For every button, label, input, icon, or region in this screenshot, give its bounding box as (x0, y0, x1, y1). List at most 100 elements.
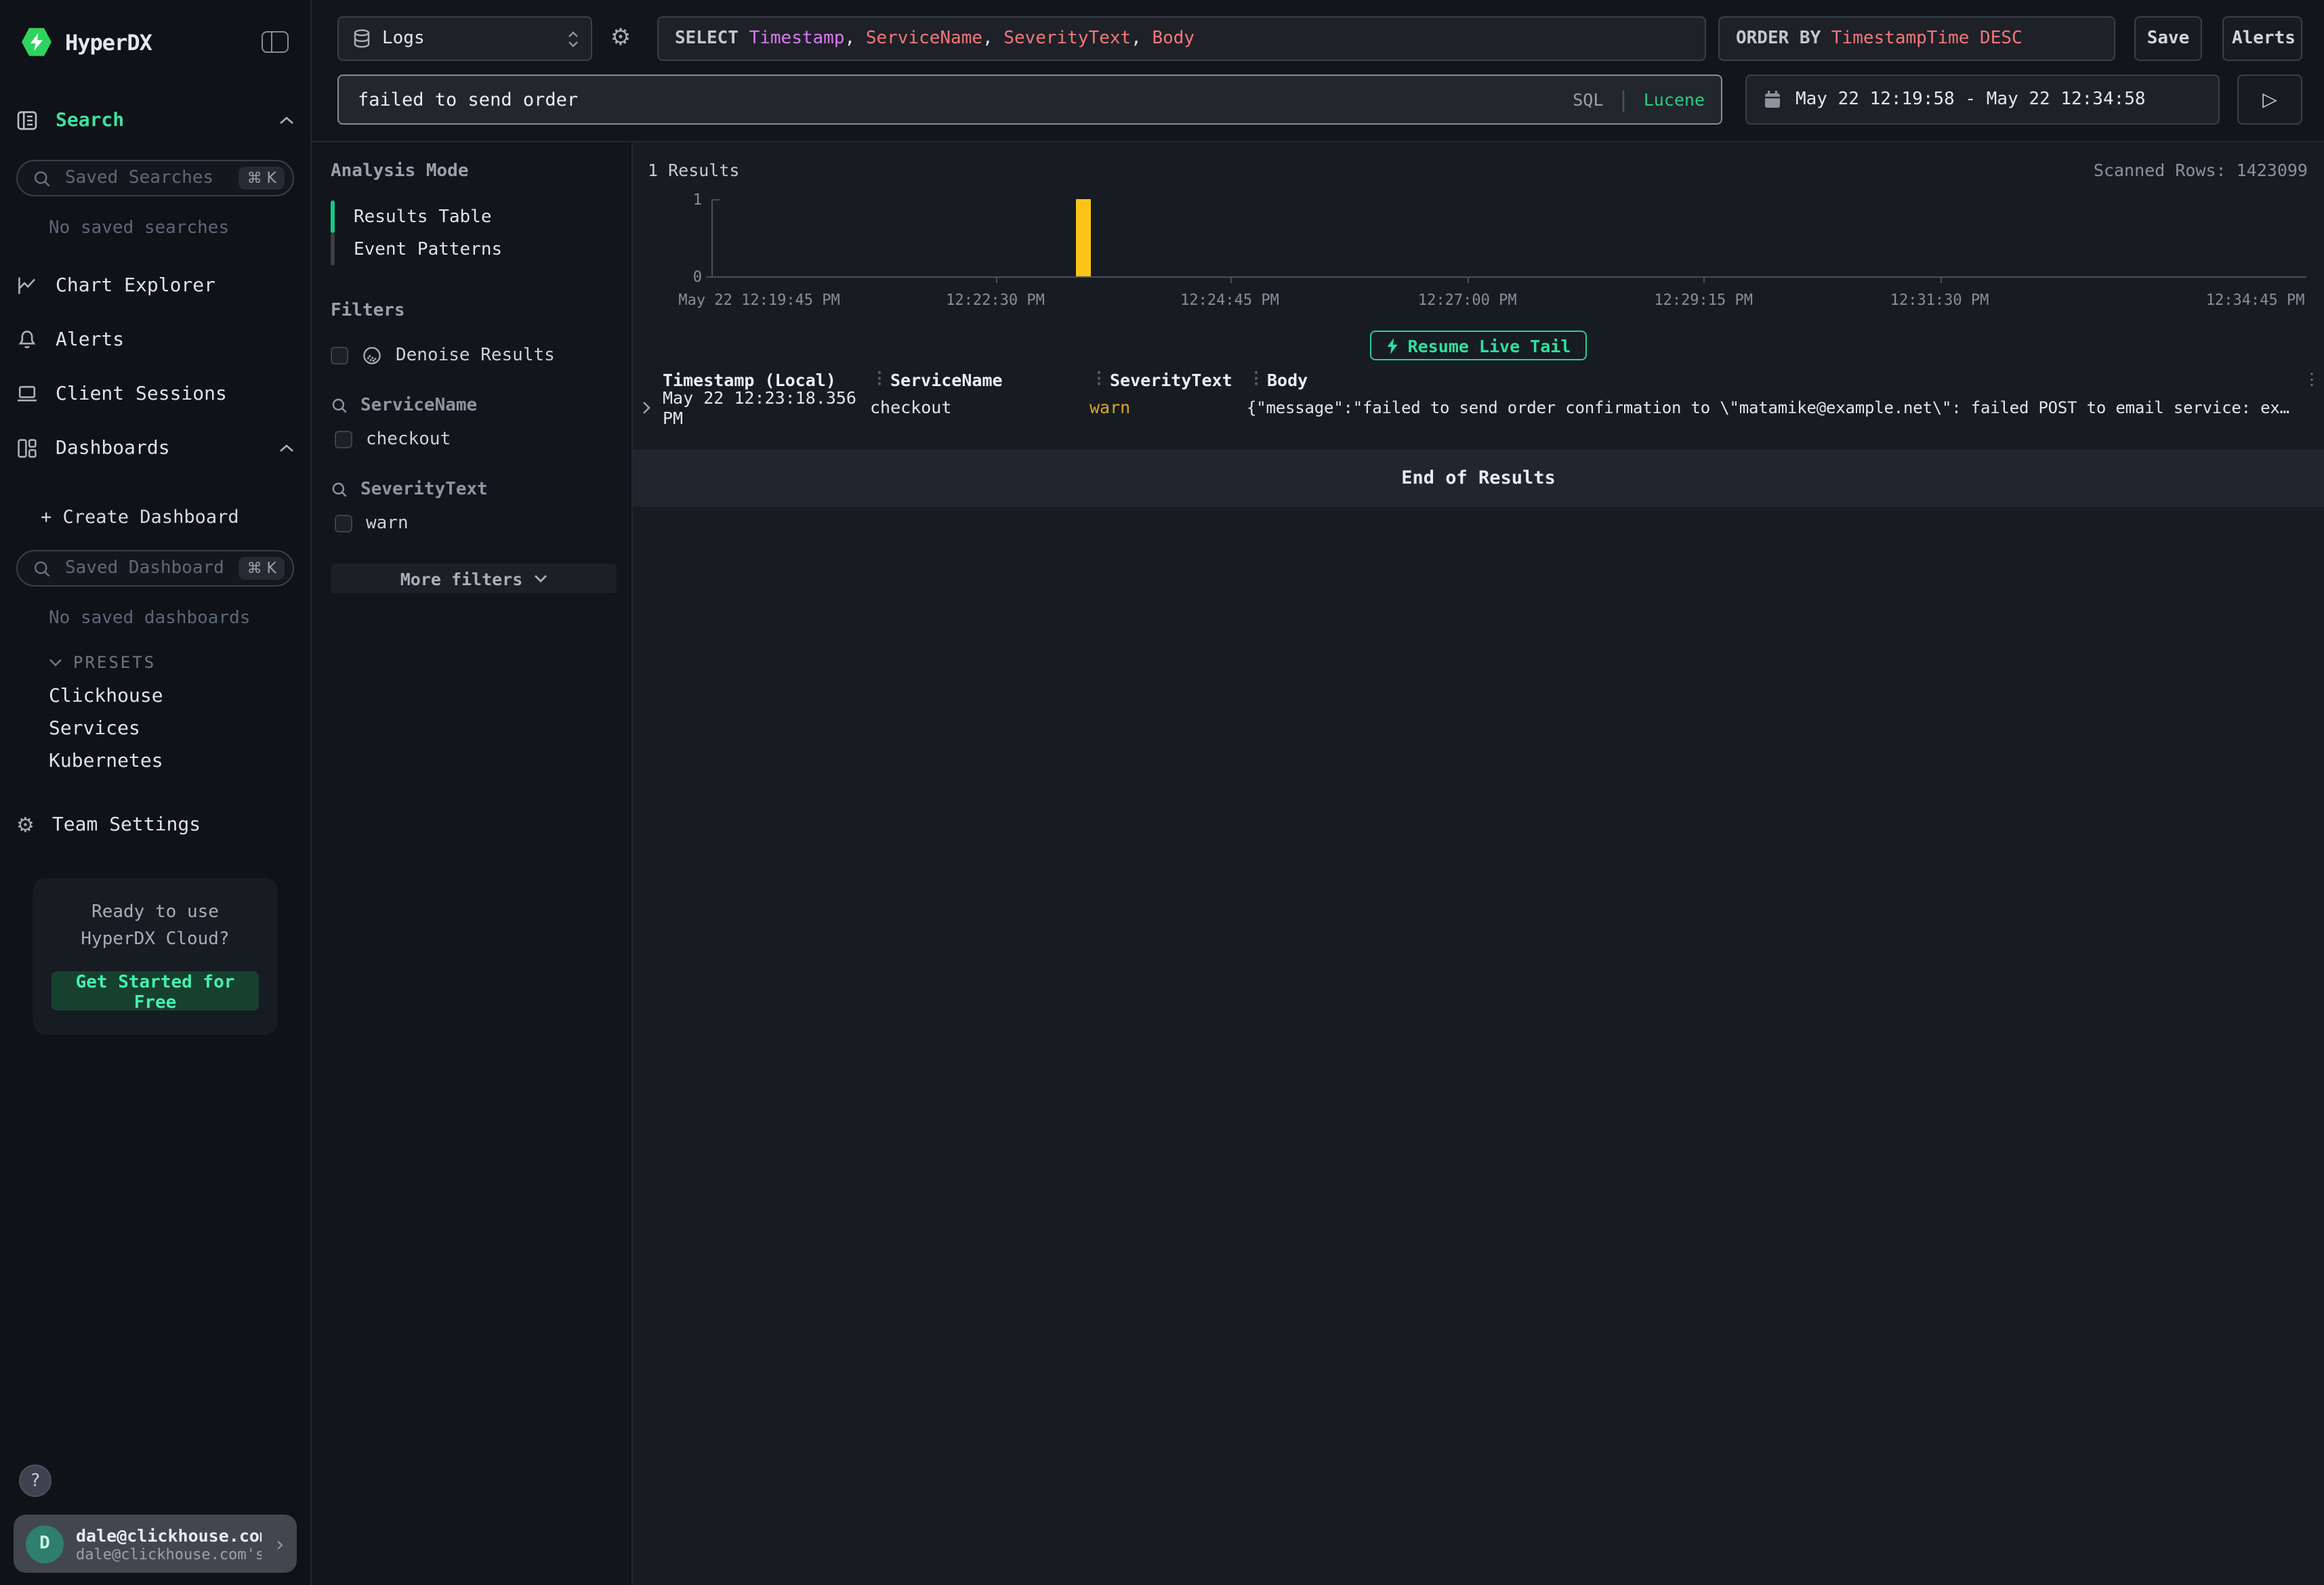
column-drag-handle-icon[interactable]: ⋮ (1248, 368, 1264, 387)
resume-live-tail-button[interactable]: Resume Live Tail (1370, 331, 1588, 360)
search-page-icon (16, 110, 38, 131)
hyperdx-logo-icon (22, 27, 51, 57)
user-menu[interactable]: D dale@clickhouse.com dale@clickhouse.co… (14, 1515, 297, 1573)
chevron-up-icon (279, 117, 294, 125)
filter-group-severitytext: SeverityText (331, 480, 617, 500)
order-by-value: TimestampTime DESC (1831, 28, 2022, 49)
gear-icon: ⚙ (16, 815, 35, 835)
mode-event-patterns[interactable]: Event Patterns (331, 233, 617, 266)
results-histogram[interactable]: 1 0 May 22 12:19:45 PM 12:22:30 PM (648, 188, 2308, 318)
user-email: dale@clickhouse.com (76, 1525, 262, 1545)
alerts-button[interactable]: Alerts (2222, 16, 2302, 61)
presets-header[interactable]: PRESETS (49, 653, 294, 672)
bell-icon (16, 329, 38, 351)
language-toggle-lucene[interactable]: Lucene (1644, 89, 1705, 110)
sidebar-item-team-settings[interactable]: ⚙ Team Settings (16, 807, 294, 843)
checkout-checkbox[interactable] (335, 431, 352, 448)
app-window: HyperDX Search (0, 0, 2324, 1585)
order-by-input[interactable]: ORDER BY TimestampTime DESC (1718, 16, 2115, 61)
selector-chevrons-icon (566, 29, 580, 48)
sidebar-item-label: Search (56, 110, 124, 131)
cell-body: {"message":"failed to send order confirm… (1247, 398, 2324, 417)
laptop-icon (16, 383, 38, 405)
select-clause-input[interactable]: SELECT Timestamp, ServiceName, SeverityT… (657, 16, 1706, 61)
cell-servicename: checkout (870, 397, 1090, 417)
sidebar-nav: Search ⌘ K No saved searches (0, 57, 310, 1036)
collapse-sidebar-icon[interactable] (262, 31, 289, 53)
filter-option-warn[interactable]: warn (335, 513, 617, 534)
chart-plot-area (711, 199, 2306, 278)
column-drag-handle-icon[interactable]: ⋮ (871, 368, 888, 387)
denoise-label: Denoise Results (396, 345, 555, 366)
saved-dashboards-field[interactable] (62, 557, 228, 580)
select-field-severitytext: SeverityText (1003, 28, 1131, 49)
language-toggle-sql[interactable]: SQL (1573, 89, 1603, 110)
column-header-servicename[interactable]: ⋮ ServiceName (890, 369, 1110, 389)
saved-searches-input[interactable]: ⌘ K (16, 160, 294, 196)
preset-item-services[interactable]: Services (49, 713, 294, 745)
x-axis-label: 12:34:45 PM (2206, 291, 2305, 309)
database-icon (352, 28, 371, 49)
time-range-picker[interactable]: May 22 12:19:58 - May 22 12:34:58 (1745, 75, 2220, 125)
search-query-input[interactable] (355, 87, 1559, 112)
source-settings-gear-icon[interactable]: ⚙ (606, 27, 636, 50)
preset-item-kubernetes[interactable]: Kubernetes (49, 745, 294, 778)
filter-group-servicename: ServiceName (331, 396, 617, 416)
sidebar-item-label: Client Sessions (56, 383, 227, 405)
chart-bar[interactable] (1076, 199, 1091, 276)
sidebar-item-client-sessions[interactable]: Client Sessions (16, 377, 294, 412)
expand-row-chevron-icon[interactable] (642, 400, 663, 414)
search-icon[interactable] (331, 481, 348, 499)
sidebar: HyperDX Search (0, 0, 312, 1585)
column-header-severitytext[interactable]: ⋮ SeverityText (1110, 369, 1267, 389)
more-filters-button[interactable]: More filters (331, 564, 617, 593)
order-by-keyword: ORDER BY (1736, 28, 1821, 49)
x-axis-label: 12:22:30 PM (946, 291, 1045, 309)
source-select-value: Logs (382, 28, 556, 49)
table-row[interactable]: May 22 12:23:18.356 PM checkout warn {"m… (633, 394, 2324, 420)
end-of-results-banner: End of Results (633, 450, 2324, 507)
help-button[interactable]: ? (19, 1464, 51, 1497)
results-table: Timestamp (Local) ⋮ ServiceName ⋮ Severi… (633, 367, 2324, 507)
denoise-results-option[interactable]: Denoise Results (331, 345, 617, 366)
dashboards-grid-icon (16, 438, 38, 459)
save-button[interactable]: Save (2134, 16, 2202, 61)
scanned-rows: Scanned Rows: 1423099 (2094, 160, 2308, 180)
select-field-body: Body (1152, 28, 1195, 49)
saved-dashboards-input[interactable]: ⌘ K (16, 550, 294, 587)
warn-checkbox[interactable] (335, 515, 352, 532)
denoise-checkbox[interactable] (331, 347, 348, 364)
chevron-down-icon (49, 658, 62, 667)
sidebar-item-search[interactable]: Search (16, 103, 294, 138)
mode-results-table[interactable]: Results Table (331, 200, 617, 233)
analysis-mode-header: Analysis Mode (331, 161, 617, 182)
sidebar-item-alerts[interactable]: Alerts (16, 322, 294, 358)
column-drag-handle-icon[interactable]: ⋮ (1091, 368, 1107, 387)
saved-searches-field[interactable] (62, 167, 228, 190)
cloud-promo-text: Ready to use HyperDX Cloud? (51, 900, 259, 954)
search-icon[interactable] (331, 397, 348, 415)
column-header-body[interactable]: ⋮ Body (1267, 369, 2324, 389)
sidebar-item-dashboards[interactable]: Dashboards (16, 431, 294, 466)
user-workspace: dale@clickhouse.com's (76, 1545, 262, 1563)
filters-panel: Analysis Mode Results Table Event Patter… (312, 142, 633, 1585)
sidebar-item-chart-explorer[interactable]: Chart Explorer (16, 268, 294, 303)
create-dashboard-button[interactable]: + Create Dashboard (41, 507, 294, 528)
sidebar-item-label: Chart Explorer (56, 275, 215, 297)
column-header-timestamp[interactable]: Timestamp (Local) (663, 369, 890, 389)
filters-header: Filters (331, 301, 617, 321)
cmd-k-badge: ⌘ K (239, 167, 285, 190)
select-field-servicename: ServiceName (866, 28, 982, 49)
run-query-button[interactable]: ▷ (2237, 75, 2302, 125)
table-options-kebab-icon[interactable]: ⋮ (2304, 370, 2320, 389)
preset-item-clickhouse[interactable]: Clickhouse (49, 680, 294, 713)
no-saved-searches-text: No saved searches (49, 218, 294, 238)
get-started-button[interactable]: Get Started for Free (51, 972, 259, 1011)
filter-option-checkout[interactable]: checkout (335, 429, 617, 450)
source-select[interactable]: Logs (337, 16, 592, 61)
sidebar-item-label: Dashboards (56, 438, 170, 459)
cmd-k-badge: ⌘ K (239, 557, 285, 580)
y-axis-tick-label: 0 (648, 268, 702, 286)
y-axis-tick-label: 1 (648, 191, 702, 209)
x-axis-tick (1468, 276, 1470, 283)
